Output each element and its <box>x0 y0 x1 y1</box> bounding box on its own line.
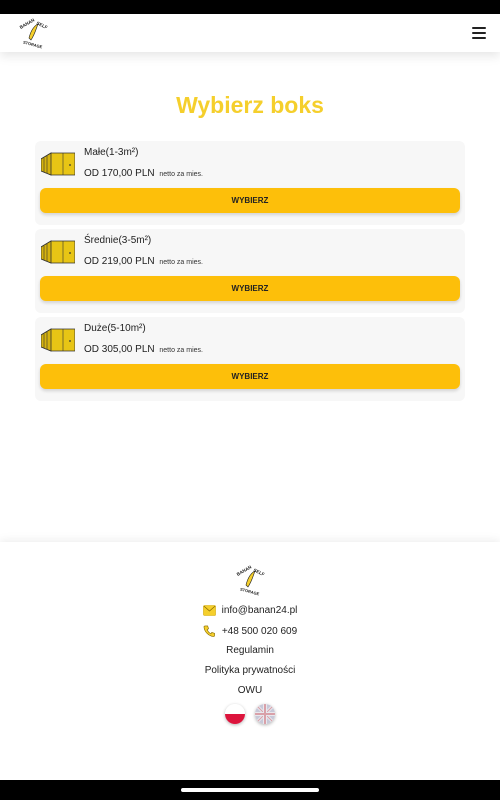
choose-small-box-button[interactable]: WYBIERZ <box>40 188 460 213</box>
home-gesture-handle[interactable] <box>181 788 319 792</box>
box-size-label: Duże(5-10m²) <box>84 323 146 334</box>
envelope-icon <box>202 605 216 616</box>
banan-self-storage-logo: BANAN SELF STORAGE <box>234 564 266 596</box>
storage-box-icon <box>41 240 75 264</box>
status-bar <box>0 0 500 14</box>
footer-email[interactable]: info@banan24.pl <box>0 605 500 616</box>
phone-icon <box>203 625 215 637</box>
choose-medium-box-button[interactable]: WYBIERZ <box>40 276 460 301</box>
box-price: OD 219,00 PLN netto za mies. <box>84 256 203 267</box>
price-note: netto za mies. <box>159 259 203 266</box>
footer-phone[interactable]: +48 500 020 609 <box>0 625 500 637</box>
choose-large-box-button[interactable]: WYBIERZ <box>40 364 460 389</box>
pl-flag-icon[interactable] <box>225 704 245 724</box>
box-card-large: Duże(5-10m²) OD 305,00 PLN netto za mies… <box>35 317 465 401</box>
box-card-medium: Średnie(3-5m²) OD 219,00 PLN netto za mi… <box>35 229 465 313</box>
storage-box-icon <box>41 328 75 352</box>
link-owu[interactable]: OWU <box>0 685 500 696</box>
box-size-label: Średnie(3-5m²) <box>84 235 152 246</box>
price-value: OD 170,00 PLN <box>84 168 155 179</box>
banan-self-storage-logo[interactable]: BANAN SELF STORAGE <box>16 16 50 50</box>
price-note: netto za mies. <box>159 347 203 354</box>
uk-flag-icon[interactable] <box>255 704 275 724</box>
price-note: netto za mies. <box>159 171 203 178</box>
box-size-label: Małe(1-3m²) <box>84 147 139 158</box>
email-text: info@banan24.pl <box>221 605 298 616</box>
link-privacy-policy[interactable]: Polityka prywatności <box>0 665 500 676</box>
site-footer: BANAN SELF STORAGE info@banan24.pl +48 5… <box>0 542 500 746</box>
page-bottom-area <box>0 746 500 780</box>
price-value: OD 305,00 PLN <box>84 344 155 355</box>
box-price: OD 170,00 PLN netto za mies. <box>84 168 203 179</box>
phone-text: +48 500 020 609 <box>221 625 298 637</box>
box-card-small: Małe(1-3m²) OD 170,00 PLN netto za mies.… <box>35 141 465 225</box>
language-switcher <box>0 704 500 724</box>
price-value: OD 219,00 PLN <box>84 256 155 267</box>
link-regulamin[interactable]: Regulamin <box>0 645 500 656</box>
storage-box-icon <box>41 152 75 176</box>
hamburger-menu-icon[interactable] <box>472 27 486 39</box>
box-selection-section: Wybierz boks Małe(1-3m²) OD 170,00 PLN n… <box>0 52 500 542</box>
system-navigation-bar <box>0 780 500 800</box>
box-price: OD 305,00 PLN netto za mies. <box>84 344 203 355</box>
site-header: BANAN SELF STORAGE <box>0 14 500 52</box>
page-title: Wybierz boks <box>176 92 324 118</box>
